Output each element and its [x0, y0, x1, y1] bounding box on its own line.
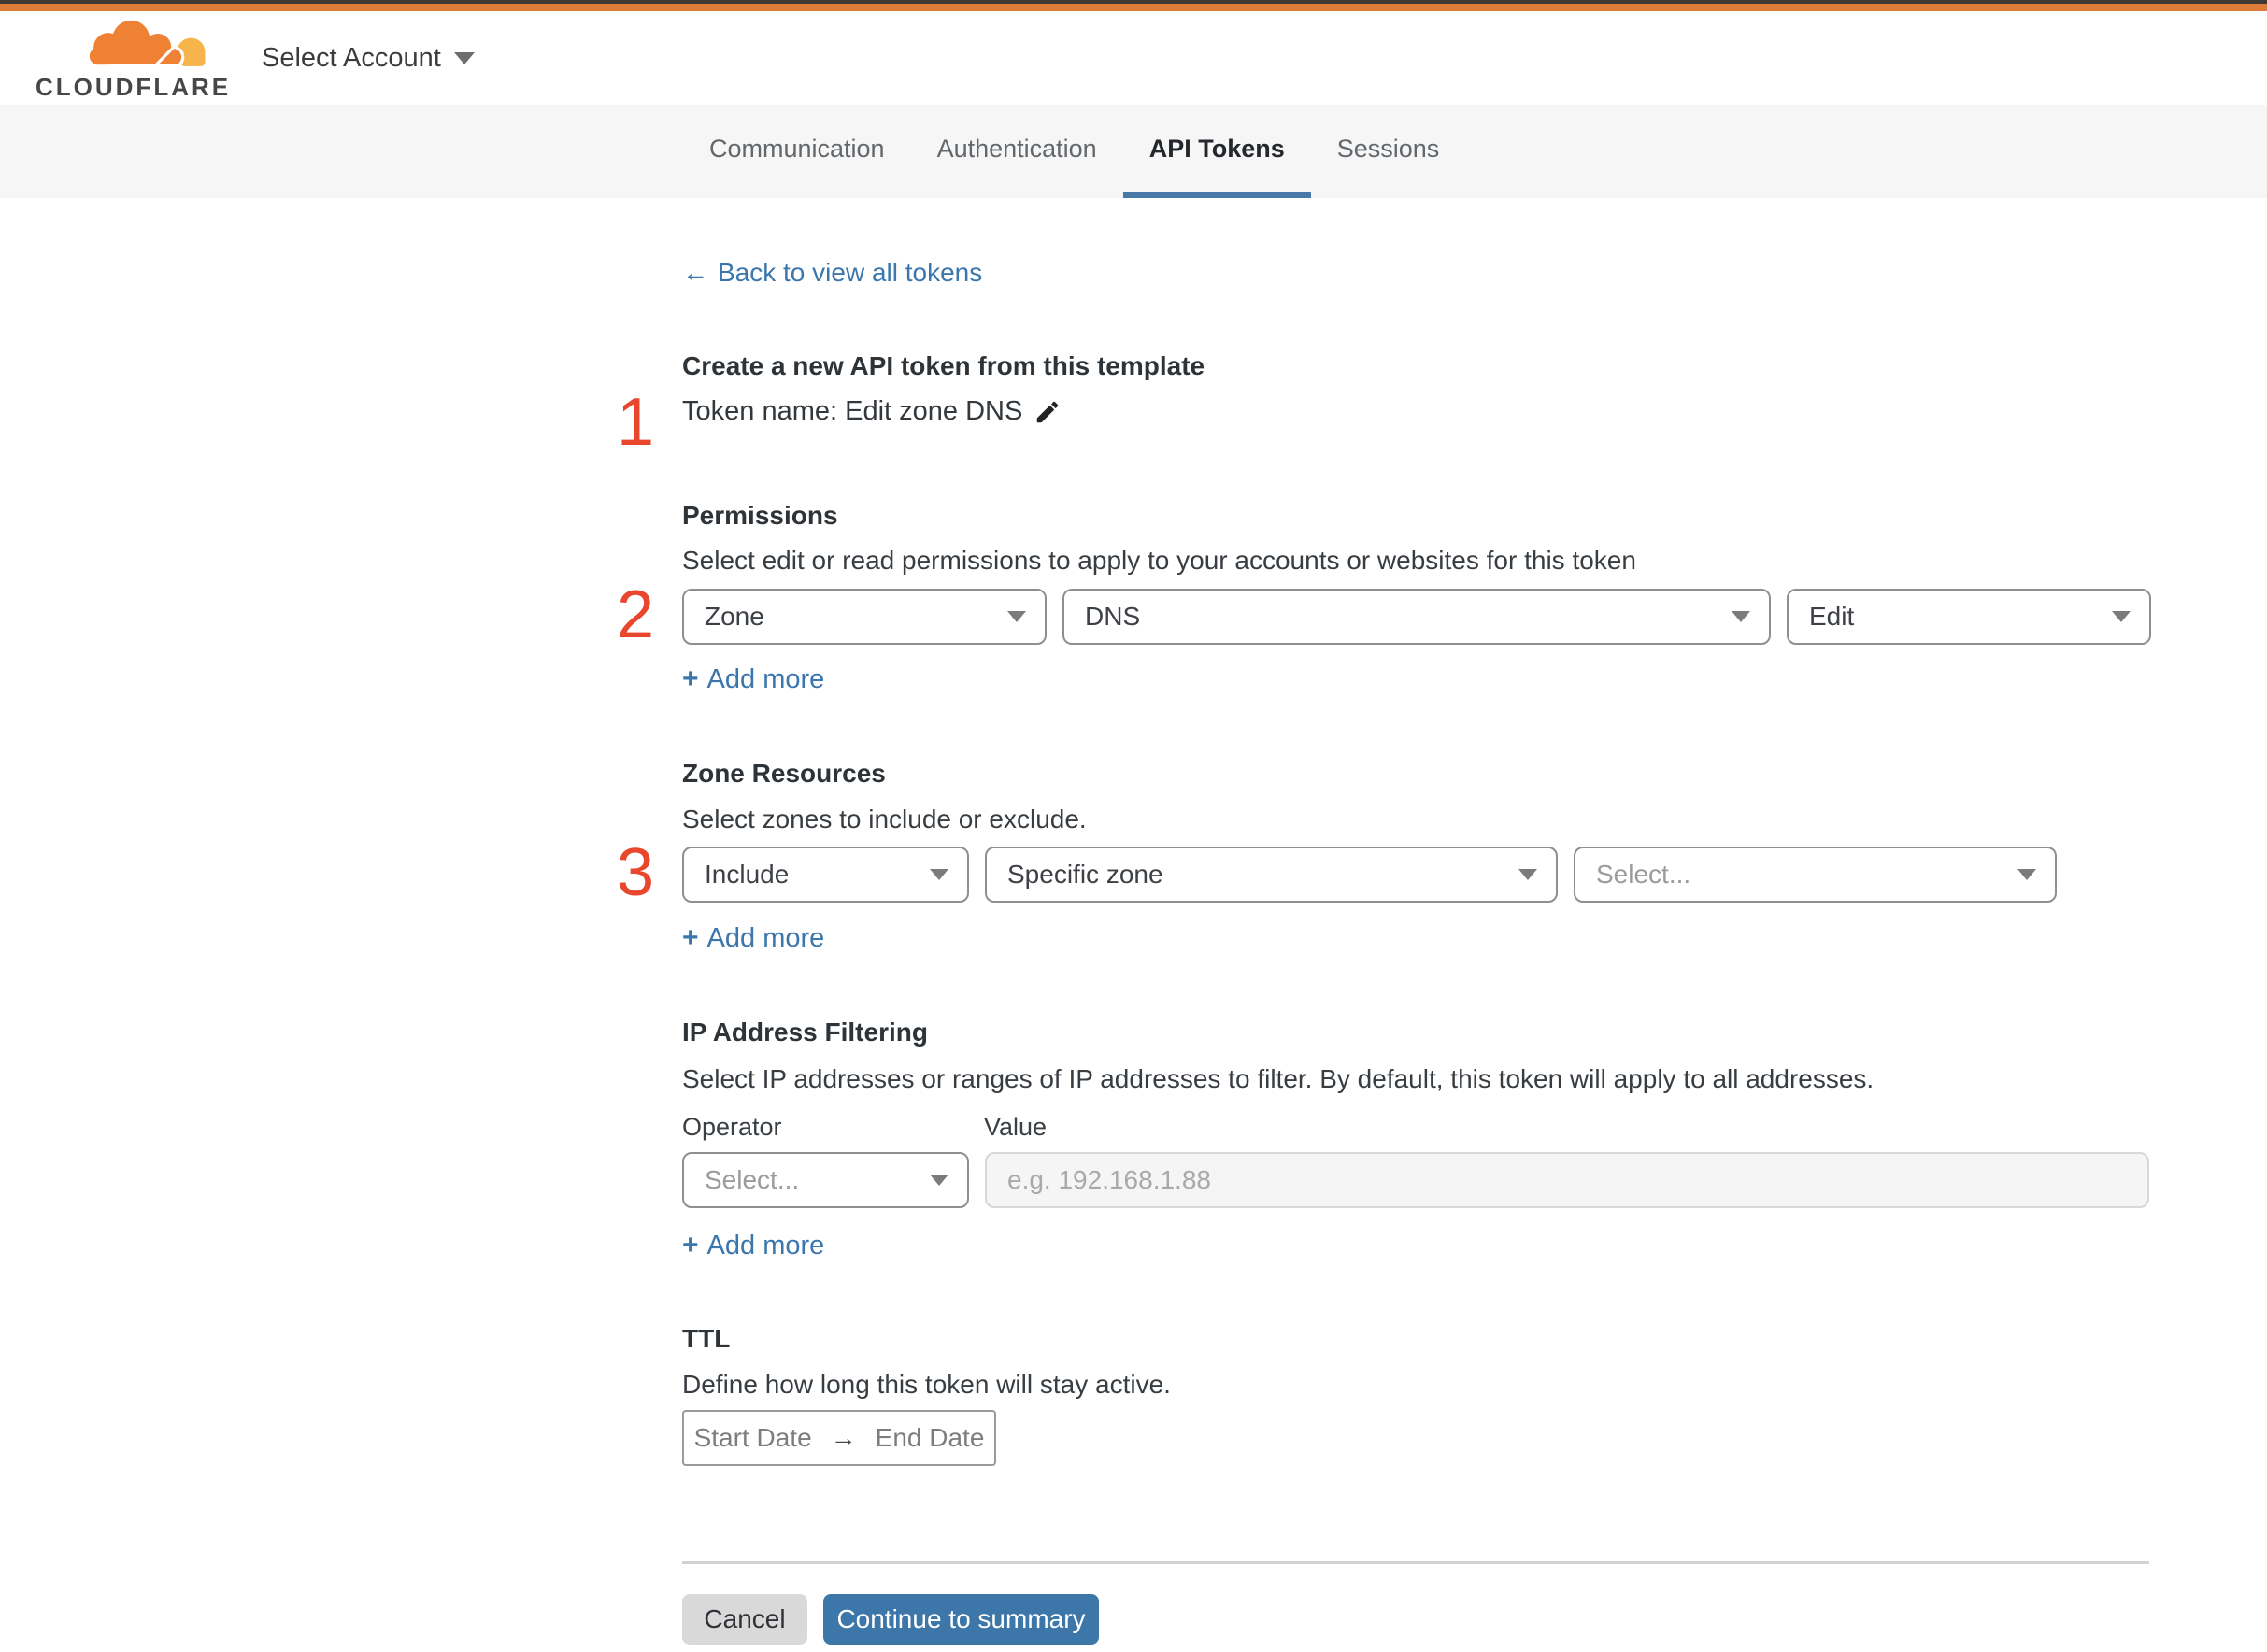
- back-link-label: Back to view all tokens: [718, 258, 983, 287]
- start-date-placeholder: Start Date: [693, 1423, 812, 1452]
- main-content: ← Back to view all tokens Create a new A…: [0, 0, 2267, 1652]
- operator-select-placeholder: Select...: [705, 1165, 800, 1194]
- permission-scope-dropdown[interactable]: Zone: [682, 589, 1047, 645]
- zone-resources-description: Select zones to include or exclude.: [682, 805, 1087, 833]
- back-to-tokens-link[interactable]: ← Back to view all tokens: [682, 258, 982, 288]
- back-arrow-icon: ←: [682, 258, 708, 287]
- token-name-text: Token name: Edit zone DNS: [682, 396, 1023, 426]
- ttl-date-range-picker[interactable]: Start Date → End Date: [682, 1410, 996, 1466]
- arrow-right-icon: →: [830, 1423, 857, 1452]
- footer-divider: [682, 1561, 2149, 1564]
- step-marker-3: 3: [616, 835, 655, 910]
- edit-pencil-icon[interactable]: [1034, 398, 1062, 426]
- ip-filtering-heading: IP Address Filtering: [682, 1018, 928, 1047]
- chevron-down-icon: [2112, 611, 2131, 622]
- value-label: Value: [984, 1113, 1048, 1141]
- permissions-description: Select edit or read permissions to apply…: [682, 546, 1636, 575]
- end-date-placeholder: End Date: [875, 1423, 985, 1452]
- zone-resources-heading: Zone Resources: [682, 759, 886, 788]
- ttl-description: Define how long this token will stay act…: [682, 1370, 1171, 1399]
- plus-icon: +: [682, 663, 699, 694]
- zone-include-value: Include: [705, 860, 790, 889]
- zone-select-placeholder: Select...: [1596, 860, 1691, 889]
- zone-resources-add-more-link[interactable]: + Add more: [682, 922, 824, 954]
- step-marker-1: 1: [616, 385, 655, 460]
- zone-select-dropdown[interactable]: Select...: [1574, 847, 2057, 903]
- ttl-heading: TTL: [682, 1324, 731, 1353]
- plus-icon: +: [682, 1230, 699, 1260]
- ip-filtering-add-more-label: Add more: [706, 1230, 825, 1260]
- ip-filtering-description: Select IP addresses or ranges of IP addr…: [682, 1064, 1875, 1093]
- chevron-down-icon: [930, 869, 948, 880]
- operator-select-dropdown[interactable]: Select...: [682, 1152, 969, 1208]
- chevron-down-icon: [2017, 869, 2036, 880]
- permissions-add-more-link[interactable]: + Add more: [682, 663, 824, 695]
- zone-type-value: Specific zone: [1007, 860, 1163, 889]
- footer-buttons: Cancel Continue to summary: [682, 1594, 1099, 1645]
- permission-access-value: Edit: [1809, 602, 1855, 631]
- zone-resources-dropdown-row: Include Specific zone Select...: [682, 847, 2057, 903]
- permission-resource-value: DNS: [1085, 602, 1141, 631]
- zone-resources-add-more-label: Add more: [706, 922, 825, 953]
- permission-access-dropdown[interactable]: Edit: [1787, 589, 2151, 645]
- continue-to-summary-button[interactable]: Continue to summary: [823, 1594, 1099, 1645]
- permission-scope-value: Zone: [705, 602, 764, 631]
- chevron-down-icon: [1518, 869, 1537, 880]
- step-marker-2: 2: [616, 577, 655, 652]
- permissions-add-more-label: Add more: [706, 663, 825, 694]
- plus-icon: +: [682, 922, 699, 953]
- permissions-heading: Permissions: [682, 501, 838, 530]
- page-title: Create a new API token from this templat…: [682, 351, 1205, 380]
- token-name-row: Token name: Edit zone DNS: [682, 396, 1062, 427]
- chevron-down-icon: [1732, 611, 1750, 622]
- ip-filtering-add-more-link[interactable]: + Add more: [682, 1230, 824, 1261]
- permissions-dropdown-row: Zone DNS Edit: [682, 589, 2151, 645]
- chevron-down-icon: [1007, 611, 1026, 622]
- zone-type-dropdown[interactable]: Specific zone: [985, 847, 1558, 903]
- ip-filtering-row: Select...: [682, 1152, 2149, 1208]
- chevron-down-icon: [930, 1175, 948, 1186]
- operator-label: Operator: [682, 1113, 782, 1141]
- zone-include-dropdown[interactable]: Include: [682, 847, 969, 903]
- permission-resource-dropdown[interactable]: DNS: [1062, 589, 1771, 645]
- cancel-button[interactable]: Cancel: [682, 1594, 807, 1645]
- ip-value-input[interactable]: [985, 1152, 2149, 1208]
